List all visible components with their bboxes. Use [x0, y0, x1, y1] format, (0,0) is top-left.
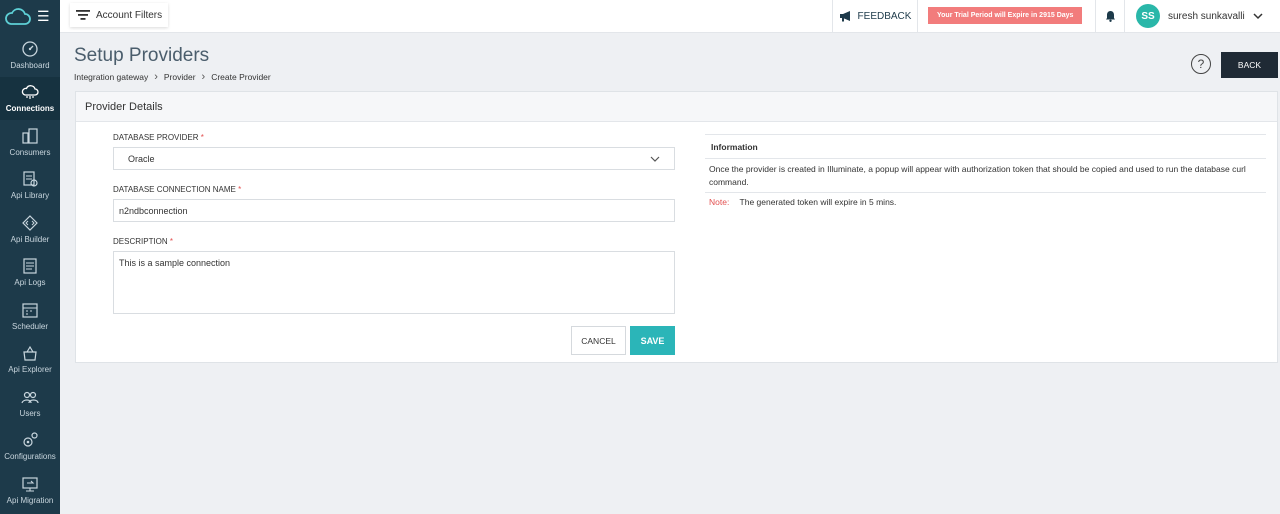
chevron-right-icon: ›	[201, 71, 206, 83]
description-label: DESCRIPTION *	[113, 237, 173, 246]
hamburger-menu-icon[interactable]: ☰	[37, 8, 50, 25]
user-menu[interactable]: SS suresh sunkavalli	[1136, 4, 1263, 28]
feedback-label: FEEDBACK	[857, 10, 912, 22]
bell-icon	[1105, 11, 1115, 22]
sidebar-item-label: Api Library	[10, 191, 50, 201]
database-provider-select[interactable]: Oracle	[113, 147, 675, 170]
breadcrumb-item-create-provider: Create Provider	[211, 72, 271, 82]
connections-icon	[21, 85, 39, 100]
description-label-text: DESCRIPTION	[113, 237, 168, 246]
sidebar-item-users[interactable]: Users	[0, 381, 60, 425]
scheduler-icon	[22, 303, 38, 318]
sidebar-item-api-library[interactable]: Api Library	[0, 164, 60, 208]
sidebar-item-api-builder[interactable]: Api Builder	[0, 207, 60, 251]
consumers-icon	[22, 128, 38, 144]
cancel-button[interactable]: CANCEL	[571, 326, 626, 355]
sidebar-item-label: Configurations	[4, 452, 56, 462]
card-title: Provider Details	[76, 92, 1277, 122]
breadcrumb: Integration gateway › Provider › Create …	[74, 71, 271, 83]
api-library-icon	[23, 171, 38, 187]
api-explorer-icon	[23, 346, 37, 361]
api-builder-icon	[22, 214, 38, 231]
page-title: Setup Providers	[74, 45, 210, 66]
description-textarea[interactable]: This is a sample connection	[113, 251, 675, 314]
sidebar-item-label: Api Explorer	[8, 365, 52, 375]
provider-details-card: Provider Details DATABASE PROVIDER * Ora…	[75, 91, 1278, 363]
sidebar-item-label: Users	[19, 408, 41, 418]
sidebar-item-dashboard[interactable]: Dashboard	[0, 33, 60, 77]
information-title: Information	[705, 134, 1266, 159]
user-name: suresh sunkavalli	[1168, 10, 1245, 22]
sidebar-item-label: Scheduler	[11, 321, 49, 331]
note-text: The generated token will expire in 5 min…	[739, 197, 897, 207]
filter-icon	[76, 10, 90, 20]
notifications-button[interactable]	[1095, 0, 1125, 32]
save-button[interactable]: SAVE	[630, 326, 675, 355]
sidebar-item-label: Api Migration	[6, 495, 54, 505]
sidebar-item-configurations[interactable]: Configurations	[0, 425, 60, 469]
sidebar-item-api-migration[interactable]: Api Migration	[0, 468, 60, 512]
information-text: Once the provider is created in Illumina…	[705, 159, 1266, 193]
sidebar-item-label: Api Builder	[10, 234, 50, 244]
database-provider-label-text: DATABASE PROVIDER	[113, 133, 199, 142]
required-mark: *	[200, 133, 204, 142]
sidebar-item-label: Api Logs	[14, 278, 46, 288]
database-provider-value: Oracle	[128, 153, 155, 164]
megaphone-icon	[839, 11, 850, 22]
cloud-logo-icon	[5, 7, 31, 25]
account-filters-button[interactable]: Account Filters	[70, 3, 168, 27]
connection-name-label: DATABASE CONNECTION NAME *	[113, 185, 241, 194]
back-button[interactable]: BACK	[1221, 52, 1278, 78]
help-icon[interactable]: ?	[1191, 54, 1211, 74]
information-panel: Information Once the provider is created…	[705, 134, 1266, 211]
chevron-down-icon	[650, 156, 660, 162]
required-mark: *	[169, 237, 174, 246]
connection-name-input[interactable]	[113, 199, 675, 222]
information-note: Note: The generated token will expire in…	[705, 193, 1266, 211]
breadcrumb-item-integration-gateway[interactable]: Integration gateway	[74, 72, 148, 82]
note-label: Note:	[709, 197, 730, 207]
api-logs-icon	[23, 258, 37, 274]
sidebar-item-label: Consumers	[9, 147, 51, 157]
topbar: Account Filters FEEDBACK Your Trial Peri…	[60, 0, 1280, 33]
sidebar-item-label: Connections	[5, 104, 55, 114]
avatar: SS	[1136, 4, 1160, 28]
sidebar-item-consumers[interactable]: Consumers	[0, 120, 60, 164]
account-filters-label: Account Filters	[96, 9, 163, 21]
sidebar-item-connections[interactable]: Connections	[0, 76, 60, 120]
trial-badge: Your Trial Period will Expire in 2915 Da…	[928, 7, 1083, 24]
users-icon	[21, 391, 39, 404]
dashboard-icon	[22, 41, 38, 57]
required-mark: *	[238, 185, 242, 194]
sidebar-item-label: Dashboard	[10, 60, 50, 70]
database-provider-label: DATABASE PROVIDER *	[113, 133, 204, 142]
chevron-down-icon	[1253, 12, 1263, 19]
logo-row: ☰	[0, 0, 60, 33]
chevron-right-icon: ›	[154, 71, 158, 83]
sidebar-item-api-explorer[interactable]: Api Explorer	[0, 338, 60, 382]
breadcrumb-item-provider[interactable]: Provider	[164, 72, 196, 82]
configurations-icon	[23, 432, 38, 447]
sidebar-item-scheduler[interactable]: Scheduler	[0, 294, 60, 338]
api-migration-icon	[22, 477, 38, 492]
sidebar: ☰ Dashboard Connections Consumers Api Libra…	[0, 0, 60, 514]
feedback-button[interactable]: FEEDBACK	[832, 0, 918, 32]
connection-name-label-text: DATABASE CONNECTION NAME	[113, 185, 236, 194]
sidebar-item-api-logs[interactable]: Api Logs	[0, 251, 60, 295]
